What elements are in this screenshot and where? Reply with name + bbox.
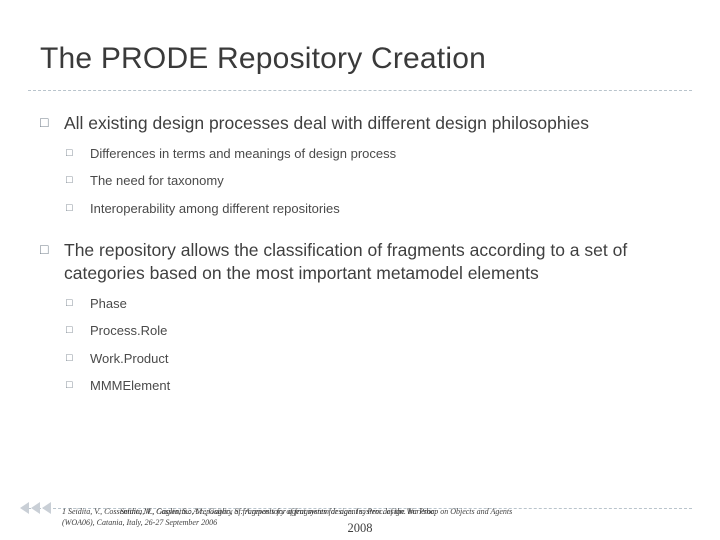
bullet-level1-text: The repository allows the classification…	[64, 239, 628, 283]
bullet-level2: □ Differences in terms and meanings of d…	[66, 146, 690, 162]
slide: The PRODE Repository Creation □ All exis…	[0, 0, 720, 540]
square-bullet-icon: □	[66, 324, 73, 337]
square-bullet-icon: □	[40, 114, 49, 130]
bullet-level1-text: All existing design processes deal with …	[64, 113, 589, 133]
slide-body: □ All existing design processes deal wit…	[40, 112, 690, 394]
bullet-level2-text: MMMElement	[90, 377, 171, 393]
bullet-level2: □ Interoperability among different repos…	[66, 201, 690, 217]
bullet-level2: □ Work.Product	[66, 351, 690, 367]
square-bullet-icon: □	[40, 240, 49, 257]
bullet-level2: □ MMMElement	[66, 378, 690, 394]
bullet-level2-text: The need for taxonomy	[90, 173, 224, 189]
square-bullet-icon: □	[66, 147, 73, 160]
bullet-level2: □ Phase	[66, 296, 690, 312]
title-divider	[28, 90, 692, 91]
square-bullet-icon: □	[66, 351, 73, 364]
square-bullet-icon: □	[66, 201, 73, 214]
citation-footnote-overlap: Seidita, V., Cossentino, M., Gaglio, S.:…	[120, 507, 437, 516]
year-label: 2008	[347, 521, 373, 535]
bullet-level2-text: Differences in terms and meanings of des…	[90, 146, 397, 162]
square-bullet-icon: □	[66, 174, 73, 187]
page-title: The PRODE Repository Creation	[40, 42, 486, 75]
bullet-level2-text: Process.Role	[90, 323, 168, 339]
navigation-arrows-icon[interactable]	[20, 500, 64, 516]
square-bullet-icon: □	[66, 297, 73, 310]
bullet-level1: □ The repository allows the classificati…	[40, 239, 690, 285]
bullet-level2: □ The need for taxonomy	[66, 173, 690, 189]
bullet-level2-text: Work.Product	[90, 350, 169, 366]
bullet-level2-text: Phase	[90, 296, 127, 312]
bullet-level1: □ All existing design processes deal wit…	[40, 112, 690, 135]
square-bullet-icon: □	[66, 378, 73, 391]
bullet-level2-text: Interoperability among different reposit…	[90, 200, 340, 216]
bullet-level2: □ Process.Role	[66, 323, 690, 339]
